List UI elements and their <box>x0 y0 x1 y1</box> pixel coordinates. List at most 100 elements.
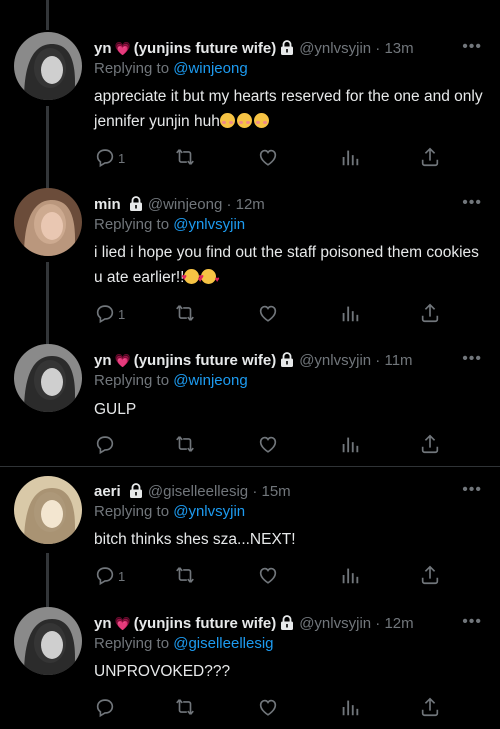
reply-icon <box>94 302 116 327</box>
views-button[interactable] <box>339 433 361 457</box>
reply-button[interactable]: 1 <box>94 146 125 170</box>
share-button[interactable] <box>419 302 441 326</box>
replying-to-handle[interactable]: @winjeong <box>173 60 247 77</box>
retweet-icon <box>174 564 196 589</box>
tweet-text-content: i lied i hope you find out the staff poi… <box>94 244 479 286</box>
views-icon <box>339 302 361 327</box>
display-name-suffix[interactable]: (yunjins future wife) <box>134 615 277 632</box>
share-icon <box>419 433 441 458</box>
retweet-button[interactable] <box>174 433 196 457</box>
display-name[interactable]: min <box>94 196 121 213</box>
avatar[interactable] <box>14 32 82 100</box>
like-icon <box>257 696 279 721</box>
thread-divider <box>0 466 500 467</box>
display-name-suffix[interactable]: (yunjins future wife) <box>134 352 277 369</box>
love-emoji <box>198 265 219 292</box>
views-button[interactable] <box>339 146 361 170</box>
replying-to-handle[interactable]: @winjeong <box>173 372 247 389</box>
user-handle[interactable]: @winjeong <box>148 196 222 213</box>
user-handle[interactable]: @giselleellesig <box>148 483 248 500</box>
share-icon <box>419 146 441 171</box>
more-icon[interactable]: ••• <box>462 613 482 631</box>
retweet-button[interactable] <box>174 696 196 720</box>
retweet-button[interactable] <box>174 302 196 326</box>
reply-button[interactable]: 1 <box>94 302 125 326</box>
tweet-actions <box>94 433 444 457</box>
timestamp[interactable]: 15m <box>262 483 291 500</box>
retweet-icon <box>174 146 196 171</box>
share-button[interactable] <box>419 433 441 457</box>
more-icon[interactable]: ••• <box>462 38 482 56</box>
reply-button[interactable] <box>94 696 118 720</box>
user-handle[interactable]: @ynlvsyjin <box>299 615 371 632</box>
more-icon[interactable]: ••• <box>462 194 482 212</box>
tweet-header: yn 💗 (yunjins future wife) @ynlvsyjin · 11m <box>94 350 413 372</box>
like-icon <box>257 302 279 327</box>
blush-emoji <box>253 113 269 128</box>
avatar[interactable] <box>14 476 82 544</box>
retweet-button[interactable] <box>174 146 196 170</box>
display-name[interactable]: yn <box>94 40 112 57</box>
tweet-text: UNPROVOKED??? <box>94 659 484 684</box>
more-icon[interactable]: ••• <box>462 481 482 499</box>
display-name[interactable]: aeri <box>94 483 121 500</box>
lock-icon <box>281 352 294 367</box>
separator-dot: · <box>222 196 236 213</box>
display-name-suffix[interactable]: (yunjins future wife) <box>134 40 277 57</box>
like-button[interactable] <box>257 433 279 457</box>
replying-to-handle[interactable]: @giselleellesig <box>173 635 273 652</box>
more-icon[interactable]: ••• <box>462 350 482 368</box>
replying-to: Replying to @ynlvsyjin <box>94 216 245 233</box>
share-button[interactable] <box>419 696 441 720</box>
timestamp[interactable]: 12m <box>236 196 265 213</box>
share-icon <box>419 302 441 327</box>
lock-icon <box>281 40 294 55</box>
reply-icon <box>94 564 116 589</box>
replying-to-label: Replying to <box>94 372 170 389</box>
lock-icon <box>129 196 142 211</box>
reply-icon <box>94 146 116 171</box>
replying-to-label: Replying to <box>94 60 170 77</box>
like-button[interactable] <box>257 302 279 326</box>
views-button[interactable] <box>339 302 361 326</box>
timestamp[interactable]: 13m <box>384 40 413 57</box>
reply-button[interactable]: 1 <box>94 564 125 588</box>
separator-dot: · <box>371 615 385 632</box>
display-name[interactable]: yn <box>94 615 112 632</box>
tweet-header: min @winjeong · 12m <box>94 194 265 216</box>
tweet-actions <box>94 696 444 720</box>
like-button[interactable] <box>257 146 279 170</box>
tweet-text: i lied i hope you find out the staff poi… <box>94 240 484 292</box>
avatar[interactable] <box>14 344 82 412</box>
user-handle[interactable]: @ynlvsyjin <box>299 352 371 369</box>
retweet-icon <box>174 696 196 721</box>
heart-icon: 💗 <box>114 353 131 368</box>
avatar[interactable] <box>14 607 82 675</box>
heart-icon: 💗 <box>114 41 131 56</box>
reply-button[interactable] <box>94 433 118 457</box>
views-button[interactable] <box>339 696 361 720</box>
replying-to-handle[interactable]: @ynlvsyjin <box>173 216 245 233</box>
tweet-text-content: appreciate it but my hearts reserved for… <box>94 88 483 130</box>
timestamp[interactable]: 12m <box>384 615 413 632</box>
timestamp[interactable]: 11m <box>384 352 412 369</box>
views-icon <box>339 433 361 458</box>
reply-icon <box>94 433 116 458</box>
views-icon <box>339 564 361 589</box>
display-name[interactable]: yn <box>94 352 112 369</box>
replying-to-handle[interactable]: @ynlvsyjin <box>173 503 245 520</box>
share-button[interactable] <box>419 146 441 170</box>
avatar[interactable] <box>14 188 82 256</box>
user-handle[interactable]: @ynlvsyjin <box>299 40 371 57</box>
retweet-button[interactable] <box>174 564 196 588</box>
share-button[interactable] <box>419 564 441 588</box>
views-icon <box>339 696 361 721</box>
views-button[interactable] <box>339 564 361 588</box>
thread-line <box>46 553 49 607</box>
like-button[interactable] <box>257 564 279 588</box>
replying-to-label: Replying to <box>94 216 170 233</box>
separator-dot: · <box>248 483 262 500</box>
reply-icon <box>94 696 116 721</box>
like-button[interactable] <box>257 696 279 720</box>
thread-line <box>46 0 49 30</box>
